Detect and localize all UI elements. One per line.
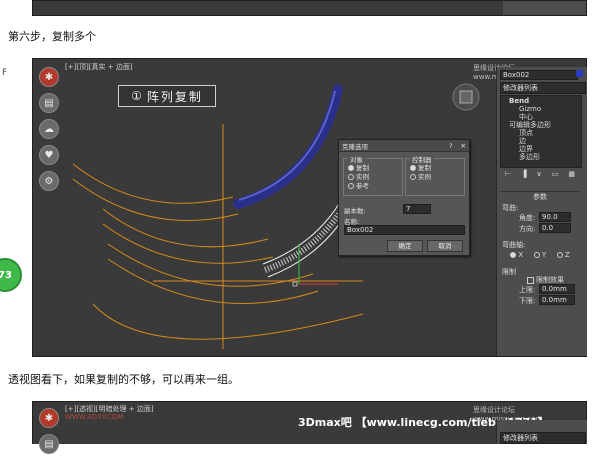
bend-axis-radios: X Y Z xyxy=(505,251,575,259)
object-instance-radio[interactable]: 实例 xyxy=(348,173,369,182)
left-icon-bar: ✱ ▤ ☁ ♥ ⚙ xyxy=(37,67,61,197)
left-icon-bar-2: ✱ ▤ xyxy=(37,408,61,460)
stack-item[interactable]: 边界 xyxy=(501,145,581,153)
params-rollout-title[interactable]: 参数 xyxy=(500,191,580,202)
site-watermark: WWW.3DXY.COM xyxy=(65,413,124,421)
max-screenshot-1: ✱ ▤ ☁ ♥ ⚙ [+][顶][真实 + 边面] 思缘设计论坛 www.mis… xyxy=(32,58,587,357)
copies-spinner[interactable]: 7 xyxy=(403,204,431,214)
array-copy-callout: ① 阵列复制 xyxy=(118,85,216,107)
remove-modifier-icon[interactable]: ▭ xyxy=(552,170,559,180)
axis-z-radio[interactable]: Z xyxy=(556,251,570,259)
controller-group: 控制器 复制 实例 xyxy=(405,154,465,196)
perspective-text: 透视图看下，如果复制的不够，可以再来一组。 xyxy=(8,373,239,386)
close-icon[interactable]: ✕ xyxy=(461,142,466,150)
modifier-list-dropdown-2[interactable]: 修改器列表 xyxy=(500,432,586,444)
angle-label: 角度: xyxy=(519,214,536,222)
configure-icon[interactable]: ▦ xyxy=(568,170,575,180)
controller-instance-radio[interactable]: 实例 xyxy=(410,173,431,182)
controller-copy-radio[interactable]: 复制 xyxy=(410,164,431,173)
object-group: 对象 复制 实例 参考 xyxy=(343,154,403,196)
pin-stack-icon[interactable]: ⊢ xyxy=(505,170,511,180)
name-field[interactable]: Box002 xyxy=(344,225,465,235)
settings-icon[interactable]: ⚙ xyxy=(39,171,59,191)
reply-count-badge: 73 xyxy=(0,258,22,292)
direction-label: 方向: xyxy=(519,225,536,233)
max-screenshot-2: ✱ ▤ [+][透视][明暗处理 + 边面] WWW.3DXY.COM 思缘设计… xyxy=(32,401,587,454)
lower-limit-spinner[interactable]: 0.0mm xyxy=(539,295,575,305)
heart-icon[interactable]: ♥ xyxy=(39,145,59,165)
object-copy-radio[interactable]: 复制 xyxy=(348,164,369,173)
document-icon[interactable]: ▤ xyxy=(39,434,59,454)
stack-item[interactable]: 中心 xyxy=(501,113,581,121)
stack-item[interactable]: 可编辑多边形 xyxy=(501,121,581,129)
callout-label: 阵列复制 xyxy=(146,89,203,104)
previous-screenshot-strip xyxy=(32,0,587,16)
dialog-titlebar: 克隆选项 ? ✕ xyxy=(339,140,469,152)
command-panel: Box002 修改器列表 Bend Gizmo 中心 可编辑多边形 顶点 边 边… xyxy=(496,67,587,356)
modifier-list-dropdown[interactable]: 修改器列表 xyxy=(500,82,586,94)
object-reference-radio[interactable]: 参考 xyxy=(348,182,369,191)
make-unique-icon[interactable]: ∨ xyxy=(537,170,542,180)
lower-limit-label: 下限: xyxy=(519,297,536,305)
modifier-stack: Bend Gizmo 中心 可编辑多边形 顶点 边 边界 多边形 xyxy=(500,95,582,168)
stack-toolbar: ⊢ ▐ ∨ ▭ ▦ xyxy=(500,170,580,180)
object-group-label: 对象 xyxy=(348,154,365,164)
stack-item[interactable]: 顶点 xyxy=(501,129,581,137)
document-icon[interactable]: ▤ xyxy=(39,93,59,113)
ok-button[interactable]: 确定 xyxy=(387,240,423,252)
show-end-result-icon[interactable]: ▐ xyxy=(521,170,526,180)
bend-group-label: 弯曲: xyxy=(502,204,519,212)
angle-spinner[interactable]: 90.0 xyxy=(539,212,571,222)
stack-item[interactable]: Gizmo xyxy=(501,105,581,113)
step6-text: 第六步，复制多个 xyxy=(8,30,96,43)
cancel-button[interactable]: 取消 xyxy=(427,240,463,252)
side-f-letter: F xyxy=(2,68,8,78)
callout-number: ① xyxy=(131,89,144,103)
upper-limit-label: 上限: xyxy=(519,286,536,294)
dialog-title: 克隆选项 xyxy=(342,142,368,151)
upper-limit-spinner[interactable]: 0.0mm xyxy=(539,284,575,294)
stack-item[interactable]: 边 xyxy=(501,137,581,145)
help-icon[interactable]: ? xyxy=(449,142,452,150)
controller-group-label: 控制器 xyxy=(410,154,434,164)
direction-spinner[interactable]: 0.0 xyxy=(539,223,571,233)
stack-item[interactable]: Bend xyxy=(501,97,581,105)
cloud-icon[interactable]: ☁ xyxy=(39,119,59,139)
object-color-swatch[interactable] xyxy=(576,70,583,77)
command-panel-2: 修改器列表 xyxy=(496,420,587,444)
max-logo-icon[interactable]: ✱ xyxy=(39,67,59,87)
object-name-field[interactable]: Box002 xyxy=(500,70,578,80)
axis-x-radio[interactable]: X xyxy=(510,251,523,259)
bend-axis-label: 弯曲轴: xyxy=(502,241,526,249)
max-logo-icon[interactable]: ✱ xyxy=(39,408,59,428)
limit-group-label: 限制 xyxy=(502,268,516,276)
clone-options-dialog: 克隆选项 ? ✕ 对象 复制 实例 参考 控制器 复制 实例 副本数: 7 名称… xyxy=(338,139,470,256)
stack-item[interactable]: 多边形 xyxy=(501,153,581,161)
copies-label: 副本数: xyxy=(344,207,366,215)
axis-y-radio[interactable]: Y xyxy=(533,251,546,259)
